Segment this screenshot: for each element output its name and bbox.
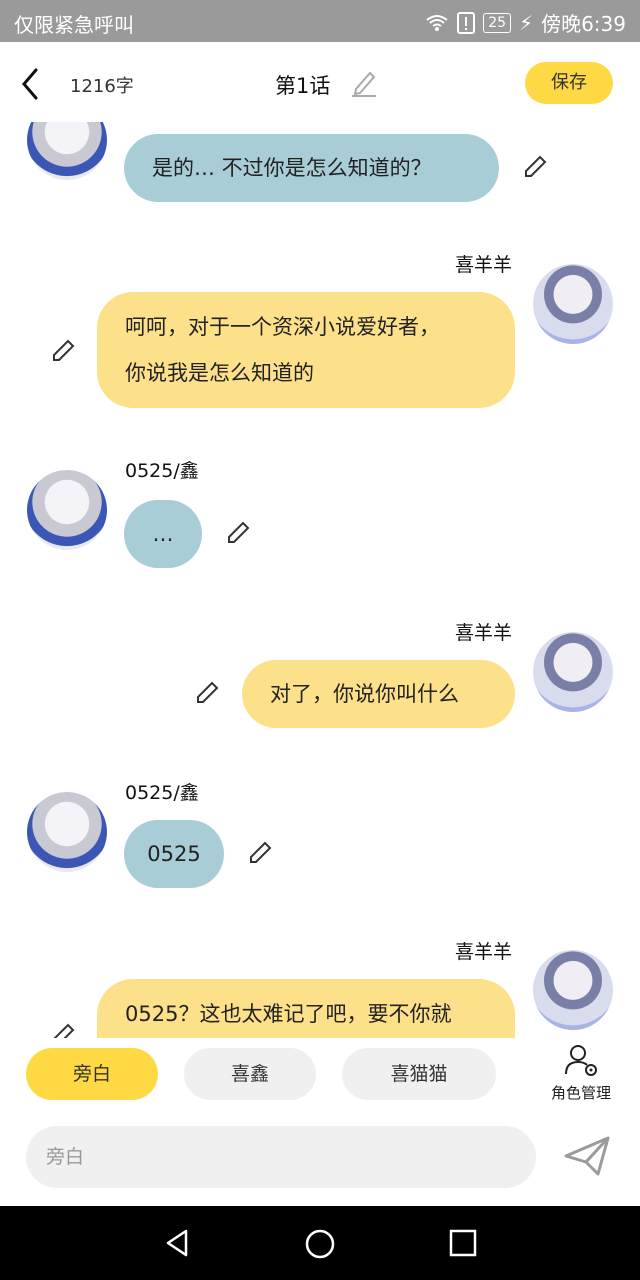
system-nav-bar (0, 1206, 640, 1280)
message-line: 0525？这也太难记了吧，要不你就 (125, 1002, 452, 1026)
battery-level: 25 (483, 12, 512, 33)
send-icon[interactable] (562, 1134, 612, 1178)
charging-icon: ⚡ (519, 10, 534, 35)
edit-message-pencil-icon[interactable] (50, 1022, 76, 1038)
nav-recent-icon[interactable] (448, 1228, 478, 1258)
nav-home-icon[interactable] (304, 1228, 336, 1260)
avatar[interactable] (27, 792, 107, 872)
top-bar: 1216字 第1话 保存 (0, 42, 640, 122)
nav-back-icon[interactable] (162, 1228, 192, 1258)
avatar[interactable] (27, 122, 107, 180)
chat-bubble-right[interactable]: 呵呵，对于一个资深小说爱好者， 你说我是怎么知道的 (97, 292, 515, 408)
speaker-name: 喜羊羊 (455, 254, 513, 276)
chat-area: 是的… 不过你是怎么知道的？ 喜羊羊 呵呵，对于一个资深小说爱好者， 你说我是怎… (0, 122, 640, 1038)
edit-message-pencil-icon[interactable] (50, 338, 76, 364)
edit-message-pencil-icon[interactable] (194, 680, 220, 706)
message-text: 0525 (147, 842, 201, 866)
message-text: … (152, 522, 174, 546)
edit-title-pencil-icon[interactable] (350, 67, 378, 97)
chat-bubble-left[interactable]: 是的… 不过你是怎么知道的？ (124, 134, 499, 202)
role-tab-narrator[interactable]: 旁白 (26, 1048, 158, 1100)
role-manage-label: 角色管理 (550, 1084, 611, 1102)
composer-bar: 旁白 喜鑫 喜猫猫 角色管理 旁白 (0, 1038, 640, 1206)
avatar[interactable] (533, 264, 613, 344)
role-tab-xixin[interactable]: 喜鑫 (184, 1048, 316, 1100)
carrier-text: 仅限紧急呼叫 (14, 13, 134, 37)
role-manage-button[interactable]: 角色管理 (546, 1042, 616, 1103)
user-settings-icon (565, 1045, 597, 1076)
avatar[interactable] (27, 470, 107, 550)
edit-message-pencil-icon[interactable] (225, 520, 251, 546)
input-placeholder: 旁白 (46, 1146, 85, 1168)
back-arrow-icon[interactable] (14, 64, 50, 104)
wifi-icon (426, 14, 448, 31)
message-text: 对了，你说你叫什么 (270, 682, 459, 706)
speaker-name: 0525/鑫 (125, 782, 199, 804)
speaker-name: 喜羊羊 (455, 941, 513, 963)
speaker-name: 0525/鑫 (125, 460, 199, 482)
edit-message-pencil-icon[interactable] (522, 154, 548, 180)
word-count: 1216字 (70, 76, 134, 97)
save-button[interactable]: 保存 (525, 62, 613, 104)
clock: 傍晚6:39 (541, 12, 626, 36)
chat-bubble-left[interactable]: 0525 (124, 820, 224, 888)
chapter-title: 第1话 (275, 74, 331, 98)
chat-bubble-right[interactable]: 0525？这也太难记了吧，要不你就 (97, 979, 515, 1038)
chat-bubble-right[interactable]: 对了，你说你叫什么 (242, 660, 515, 728)
avatar[interactable] (533, 632, 613, 712)
chat-bubble-left[interactable]: … (124, 500, 202, 568)
status-bar: 仅限紧急呼叫 25 ⚡ 傍晚6:39 (0, 0, 640, 42)
avatar[interactable] (533, 950, 613, 1030)
role-tab-ximaomao[interactable]: 喜猫猫 (342, 1048, 496, 1100)
speaker-name: 喜羊羊 (455, 622, 513, 644)
message-line: 呵呵，对于一个资深小说爱好者， (125, 315, 440, 339)
message-input[interactable]: 旁白 (26, 1126, 536, 1188)
edit-message-pencil-icon[interactable] (247, 840, 273, 866)
message-line: 你说我是怎么知道的 (125, 361, 314, 385)
alert-icon (457, 11, 476, 34)
message-text: 是的… 不过你是怎么知道的？ (152, 156, 432, 180)
